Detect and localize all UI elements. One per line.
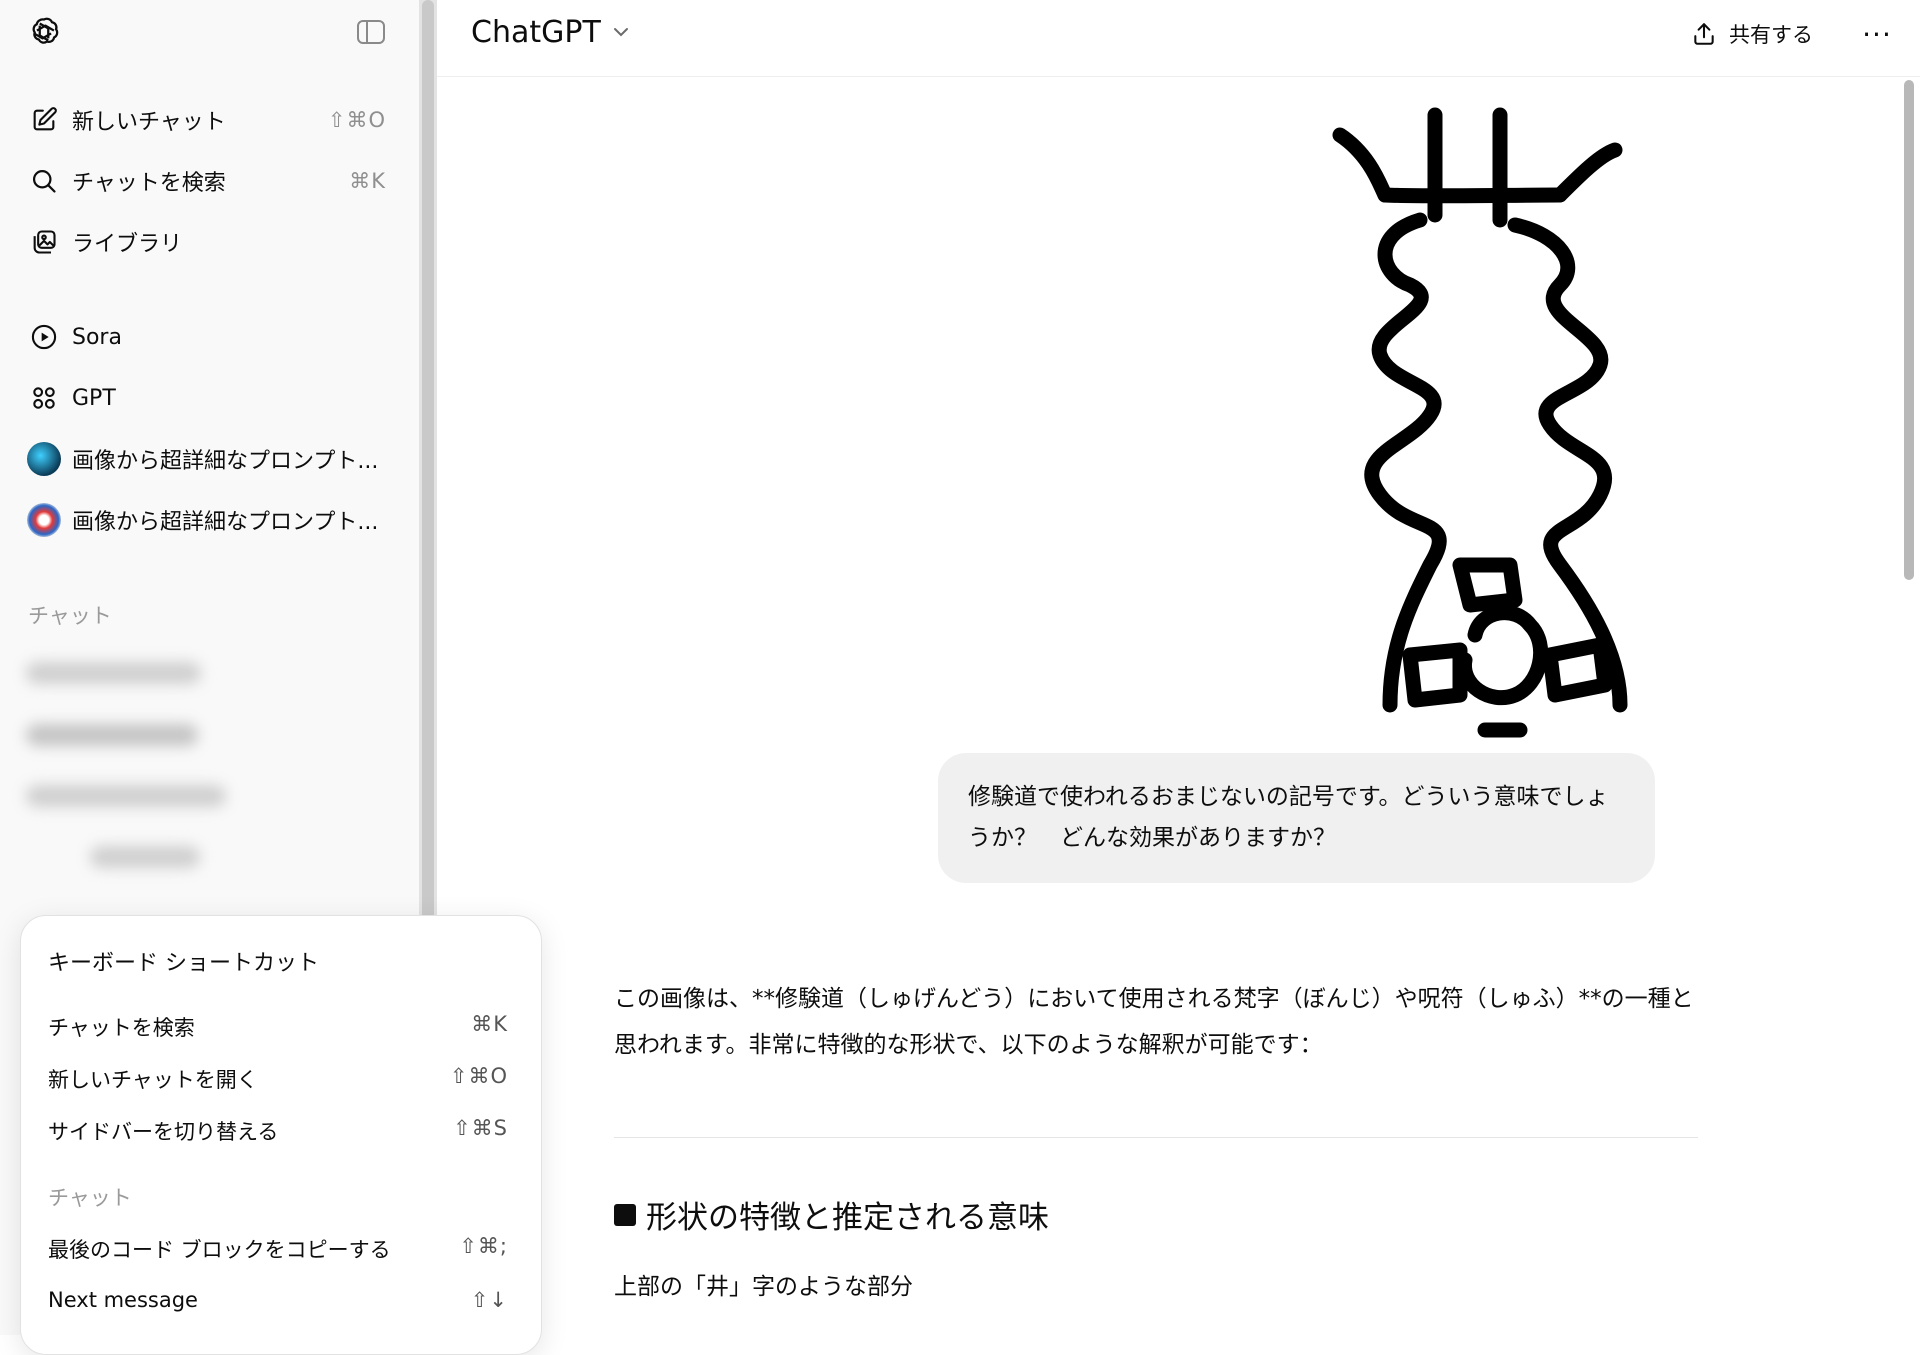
shortcut-row: 最後のコード ブロックをコピーする ⇧⌘; [48, 1234, 508, 1264]
share-label: 共有する [1729, 23, 1813, 47]
gpt-avatar-icon [26, 502, 62, 538]
shortcut-label: サイドバーを切り替える [48, 1120, 279, 1144]
user-message-text: 修験道で使われるおまじないの記号です。どういう意味でしょうか？ どんな効果があり… [968, 784, 1609, 851]
library-icon [26, 224, 62, 260]
blurred-chat-item[interactable] [26, 724, 198, 746]
shortcut-row: サイドバーを切り替える ⇧⌘S [48, 1116, 508, 1146]
main-scrollbar[interactable] [1898, 77, 1920, 1335]
share-icon [1691, 21, 1717, 47]
openai-logo-icon[interactable] [24, 14, 64, 50]
shortcut-label: 最後のコード ブロックをコピーする [48, 1238, 391, 1262]
shortcut-keys: ⇧⌘; [459, 1234, 508, 1258]
shortcut-keys: ⇧⌘S [453, 1116, 508, 1140]
sora-button[interactable]: Sora [10, 311, 400, 363]
nav-label: チャットを検索 [72, 171, 226, 196]
nav-label: GPT [72, 385, 116, 411]
popover-section-label: チャット [48, 1186, 132, 1210]
new-chat-button[interactable]: 新しいチャット ⇧⌘O [10, 94, 400, 146]
uploaded-symbol-image[interactable] [1310, 95, 1710, 745]
gpt-item-prompt-2[interactable]: 画像から超詳細なプロンプト... [10, 494, 400, 546]
shortcut-keys: ⇧⌘O [449, 1064, 508, 1088]
nav-label: 新しいチャット [72, 110, 226, 135]
share-button[interactable]: 共有する [1691, 14, 1813, 54]
search-icon [26, 163, 62, 199]
blurred-chat-item[interactable] [26, 662, 201, 684]
sidebar-top [0, 0, 419, 64]
nav-label: 画像から超詳細なプロンプト... [72, 449, 379, 474]
gpt-item-prompt-1[interactable]: 画像から超詳細なプロンプト... [10, 433, 400, 485]
section-heading-text: 形状の特徴と推定される意味 [646, 1200, 1049, 1236]
library-button[interactable]: ライブラリ [10, 216, 400, 268]
model-selector[interactable]: ChatGPT [471, 12, 631, 52]
square-bullet-icon [614, 1203, 636, 1226]
shortcut-keys: ⇧↓ [470, 1288, 508, 1312]
popover-title: キーボード ショートカット [48, 951, 319, 976]
shortcut-label: チャットを検索 [48, 1016, 195, 1040]
shortcut-row: チャットを検索 ⌘K [48, 1012, 508, 1042]
more-options-icon[interactable]: ··· [1857, 14, 1897, 54]
shortcut-hint: ⇧⌘O [327, 108, 386, 132]
section-heading: 形状の特徴と推定される意味 [614, 1192, 1049, 1237]
subheading: 上部の「井」字のような部分 [614, 1274, 913, 1300]
nav-label: ライブラリ [72, 232, 183, 257]
gpt-button[interactable]: GPT [10, 372, 400, 424]
blurred-chat-item[interactable] [26, 785, 226, 807]
shortcut-row: 新しいチャットを開く ⇧⌘O [48, 1064, 508, 1094]
user-message-bubble: 修験道で使われるおまじないの記号です。どういう意味でしょうか？ どんな効果があり… [938, 753, 1655, 883]
shortcut-hint: ⌘K [349, 169, 386, 193]
chevron-down-icon [611, 25, 631, 39]
shortcut-keys: ⌘K [471, 1012, 508, 1036]
search-chat-button[interactable]: チャットを検索 ⌘K [10, 155, 400, 207]
top-bar: ChatGPT 共有する ··· [437, 0, 1920, 77]
conversation-area: 修験道で使われるおまじないの記号です。どういう意味でしょうか？ どんな効果があり… [437, 77, 1920, 1335]
chats-section-label: チャット [28, 604, 112, 628]
gpt-avatar-icon [26, 441, 62, 477]
model-name: ChatGPT [471, 14, 601, 50]
shortcut-row: Next message ⇧↓ [48, 1288, 508, 1312]
nav-label: 画像から超詳細なプロンプト... [72, 510, 379, 535]
sidebar-toggle-icon[interactable] [354, 17, 388, 47]
blurred-chat-item[interactable] [90, 846, 200, 868]
gpt-grid-icon [26, 380, 62, 416]
shortcut-label: Next message [48, 1288, 198, 1312]
assistant-answer-paragraph: この画像は、**修験道（しゅげんどう）において使用される梵字（ぼんじ）や呪符（し… [614, 986, 1694, 1058]
divider [614, 1137, 1698, 1138]
shortcut-label: 新しいチャットを開く [48, 1068, 258, 1092]
sora-icon [26, 319, 62, 355]
nav-label: Sora [72, 324, 122, 350]
keyboard-shortcuts-popover: キーボード ショートカット チャットを検索 ⌘K 新しいチャットを開く ⇧⌘O … [20, 915, 542, 1355]
new-chat-icon [26, 102, 62, 138]
